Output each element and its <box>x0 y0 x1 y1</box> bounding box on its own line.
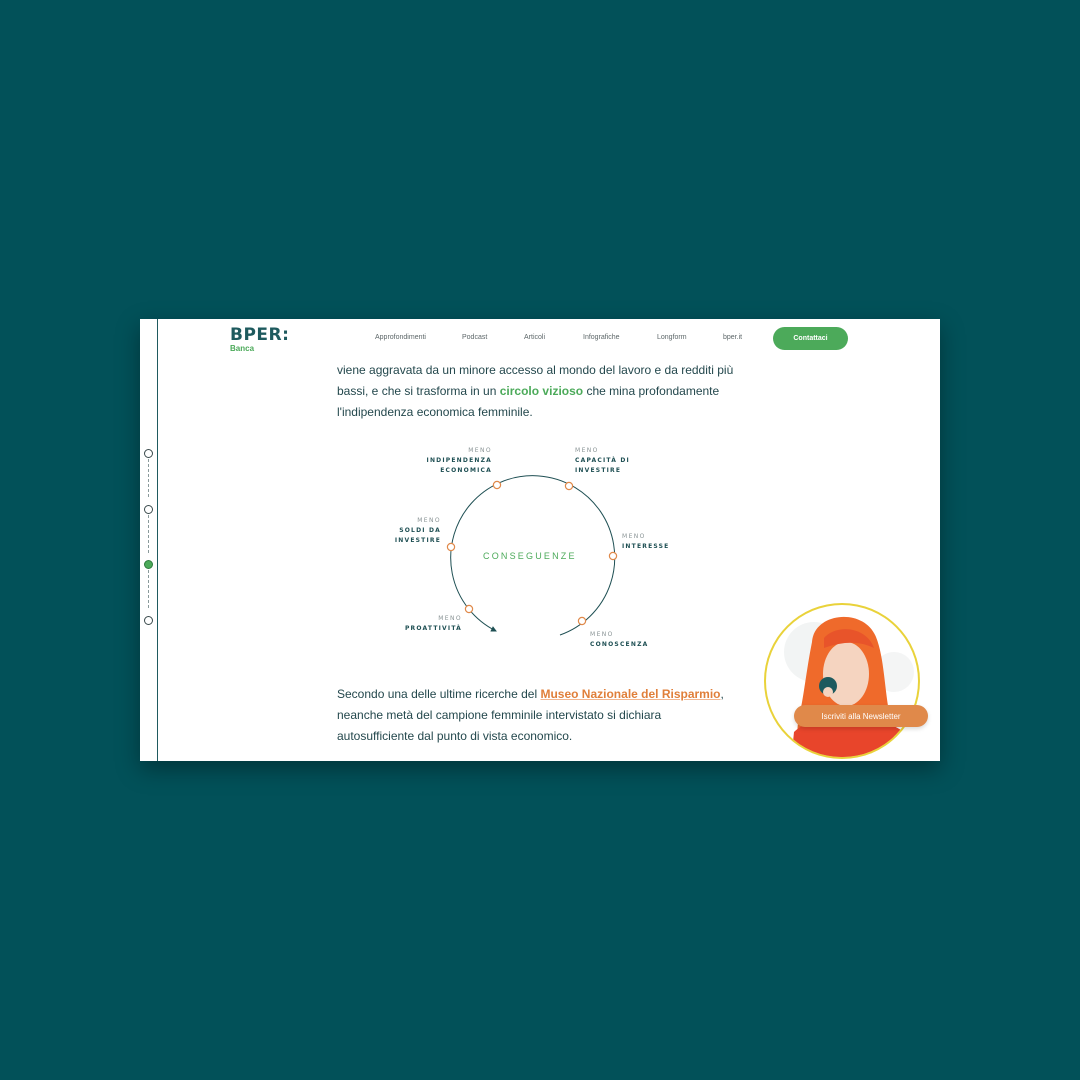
label-prefix: MENO <box>590 631 614 638</box>
label-text: INDIPENDENZA ECONOMICA <box>426 457 492 474</box>
paragraph-text: Secondo una delle ultime ricerche del <box>337 687 541 701</box>
label-text: CAPACITÀ DI INVESTIRE <box>575 457 630 474</box>
browser-screenshot: BPER: Banca Approfondimenti Podcast Arti… <box>140 319 940 761</box>
label-prefix: MENO <box>468 447 492 454</box>
label-text: INTERESSE <box>622 543 670 550</box>
node-proattivita-label: MENO PROATTIVITÀ <box>382 614 462 634</box>
node-soldi-label: MENO SOLDI DA INVESTIRE <box>371 516 441 546</box>
label-prefix: MENO <box>438 615 462 622</box>
newsletter-avatar[interactable] <box>754 592 934 761</box>
diagram-center-label: CONSEGUENZE <box>483 551 577 561</box>
node-interesse-marker <box>608 551 618 561</box>
node-conoscenza-label: MENO CONOSCENZA <box>590 630 670 650</box>
label-prefix: MENO <box>575 447 599 454</box>
node-capacita-marker <box>564 481 574 491</box>
label-prefix: MENO <box>622 533 646 540</box>
label-prefix: MENO <box>417 517 441 524</box>
newsletter-subscribe-button[interactable]: Iscriviti alla Newsletter <box>794 705 928 727</box>
node-conoscenza-marker <box>577 616 587 626</box>
label-text: CONOSCENZA <box>590 641 649 648</box>
node-indipendenza-marker <box>492 480 502 490</box>
node-soldi-marker <box>446 542 456 552</box>
node-indipendenza-label: MENO INDIPENDENZA ECONOMICA <box>412 446 492 476</box>
woman-illustration <box>764 603 920 759</box>
node-interesse-label: MENO INTERESSE <box>622 532 692 552</box>
museo-risparmio-link[interactable]: Museo Nazionale del Risparmio <box>540 687 720 701</box>
label-text: PROATTIVITÀ <box>404 625 462 632</box>
article-paragraph-2: Secondo una delle ultime ricerche del Mu… <box>337 684 737 747</box>
label-text: SOLDI DA INVESTIRE <box>394 527 441 544</box>
node-proattivita-marker <box>464 604 474 614</box>
node-capacita-label: MENO CAPACITÀ DI INVESTIRE <box>575 446 645 476</box>
